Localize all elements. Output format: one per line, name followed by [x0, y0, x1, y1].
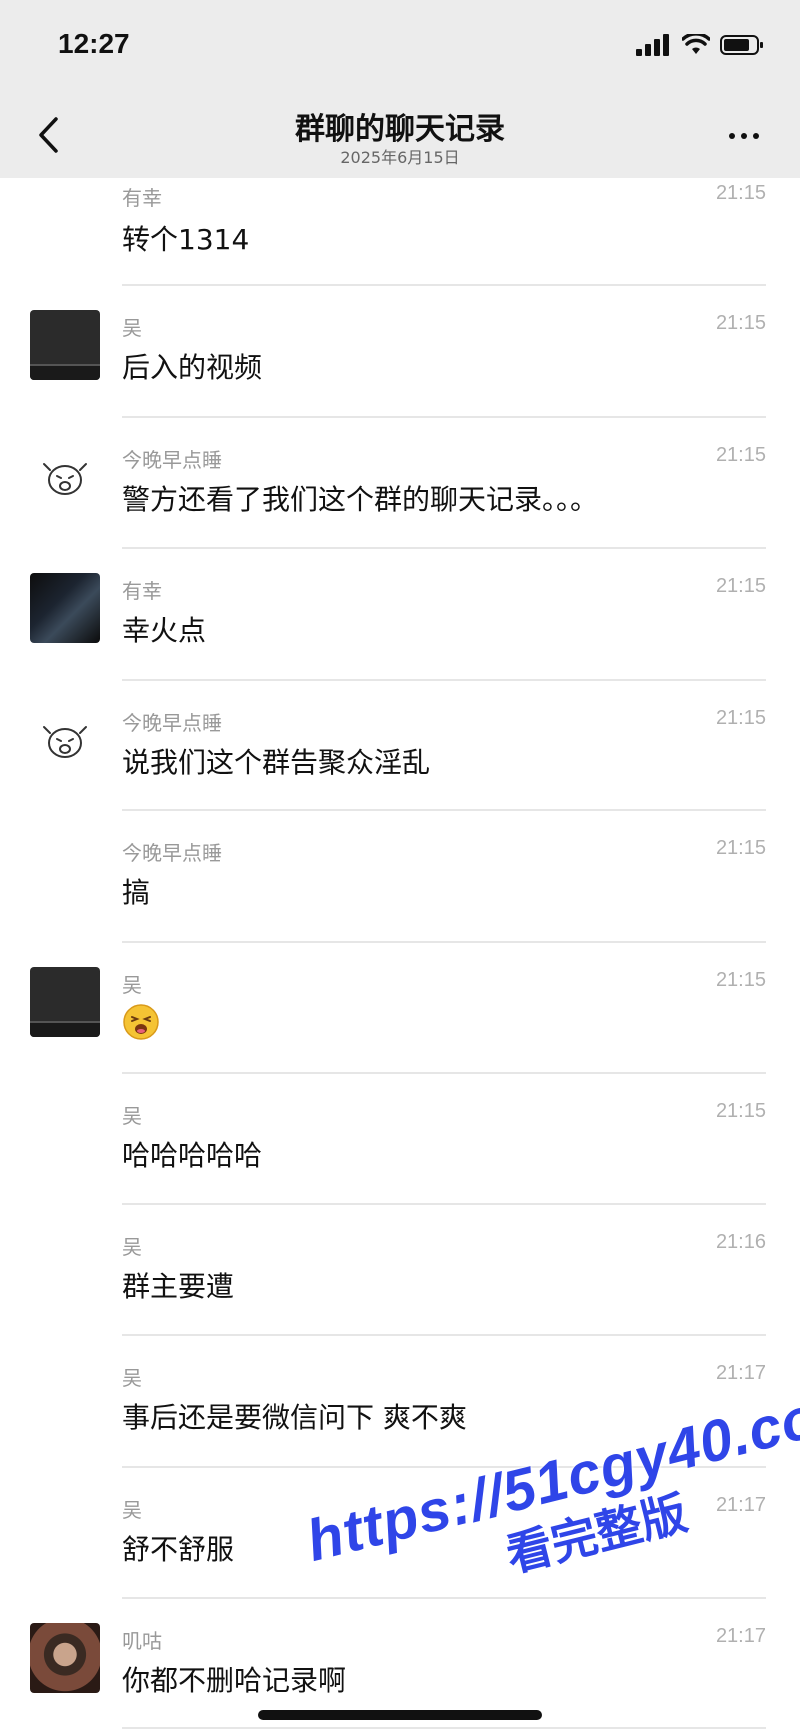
sender-name: 吴 — [122, 973, 142, 997]
avatar[interactable] — [30, 573, 100, 643]
status-bar: 12:27 — [0, 0, 800, 92]
message-text: 说我们这个群告聚众淫乱 — [122, 746, 431, 779]
message-time: 21:15 — [715, 707, 766, 729]
message-time: 21:15 — [715, 837, 766, 859]
chat-record-item[interactable]: 有幸 转个1314 21:15 — [0, 178, 800, 286]
message-text: 哈哈哈哈哈 — [122, 1139, 263, 1172]
more-dot-icon — [729, 133, 735, 139]
more-options-button[interactable] — [722, 116, 766, 156]
battery-icon — [720, 35, 763, 55]
message-text: 搞 — [122, 876, 151, 909]
status-icons — [636, 34, 764, 56]
message-text: 舒不舒服 — [122, 1533, 235, 1566]
message-text: 后入的视频 — [122, 351, 263, 384]
message-text: 警方还看了我们这个群的聊天记录。。。 — [122, 483, 599, 516]
message-time: 21:15 — [715, 444, 766, 466]
message-time: 21:17 — [715, 1362, 766, 1384]
message-time: 21:15 — [715, 575, 766, 597]
avatar[interactable] — [30, 442, 100, 512]
cellular-signal-icon — [636, 34, 669, 56]
sender-name: 吴 — [122, 1366, 142, 1390]
sender-name: 有幸 — [122, 579, 162, 603]
sender-name: 今晚早点睡 — [122, 711, 222, 735]
divider — [122, 1727, 766, 1729]
navigation-bar: 群聊的聊天记录 2025年6月15日 — [0, 92, 800, 178]
sender-name: 今晚早点睡 — [122, 841, 222, 865]
home-indicator[interactable] — [258, 1710, 542, 1720]
message-text: 转个1314 — [122, 223, 250, 256]
chat-record-item[interactable]: 今晚早点睡 说我们这个群告聚众淫乱 21:15 — [0, 681, 800, 811]
chat-record-item[interactable]: 吴 21:15 — [0, 943, 800, 1074]
message-text: 你都不删哈记录啊 — [122, 1664, 347, 1697]
avatar[interactable] — [30, 705, 100, 775]
message-time: 21:15 — [715, 312, 766, 334]
message-time: 21:15 — [715, 182, 766, 204]
chat-record-item[interactable]: 吴 哈哈哈哈哈 21:15 — [0, 1074, 800, 1205]
chat-record-item[interactable]: 今晚早点睡 搞 21:15 — [0, 811, 800, 943]
message-time: 21:17 — [715, 1625, 766, 1647]
message-time: 21:15 — [715, 969, 766, 991]
chat-record-item[interactable]: 吴 群主要遭 21:16 — [0, 1205, 800, 1336]
sender-name: 吴 — [122, 1104, 142, 1128]
wifi-icon — [682, 34, 710, 54]
sender-name: 今晚早点睡 — [122, 448, 222, 472]
avatar[interactable] — [30, 967, 100, 1037]
sender-name: 有幸 — [122, 186, 162, 210]
page-subtitle-date: 2025年6月15日 — [340, 148, 460, 167]
chat-record-item[interactable]: 有幸 幸火点 21:15 — [0, 549, 800, 681]
more-dot-icon — [741, 133, 747, 139]
message-text: 事后还是要微信问下 爽不爽 — [122, 1401, 467, 1434]
message-time: 21:15 — [715, 1100, 766, 1122]
sender-name: 吴 — [122, 1498, 142, 1522]
sender-name: 吴 — [122, 1235, 142, 1259]
avatar[interactable] — [30, 1623, 100, 1693]
sender-name: 叽咕 — [122, 1629, 162, 1653]
message-time: 21:16 — [715, 1231, 766, 1253]
sender-name: 吴 — [122, 316, 142, 340]
message-text: 幸火点 — [122, 614, 207, 647]
chat-record-item[interactable]: 吴 后入的视频 21:15 — [0, 286, 800, 418]
laughing-emoji-icon — [123, 1004, 159, 1040]
page-title: 群聊的聊天记录 — [295, 112, 505, 147]
avatar[interactable] — [30, 310, 100, 380]
more-dot-icon — [753, 133, 759, 139]
message-text: 群主要遭 — [122, 1270, 235, 1303]
sheep-face-icon — [43, 726, 87, 758]
status-time: 12:27 — [58, 28, 130, 59]
chat-record-item[interactable]: 今晚早点睡 警方还看了我们这个群的聊天记录。。。 21:15 — [0, 418, 800, 549]
sheep-face-icon — [43, 463, 87, 495]
